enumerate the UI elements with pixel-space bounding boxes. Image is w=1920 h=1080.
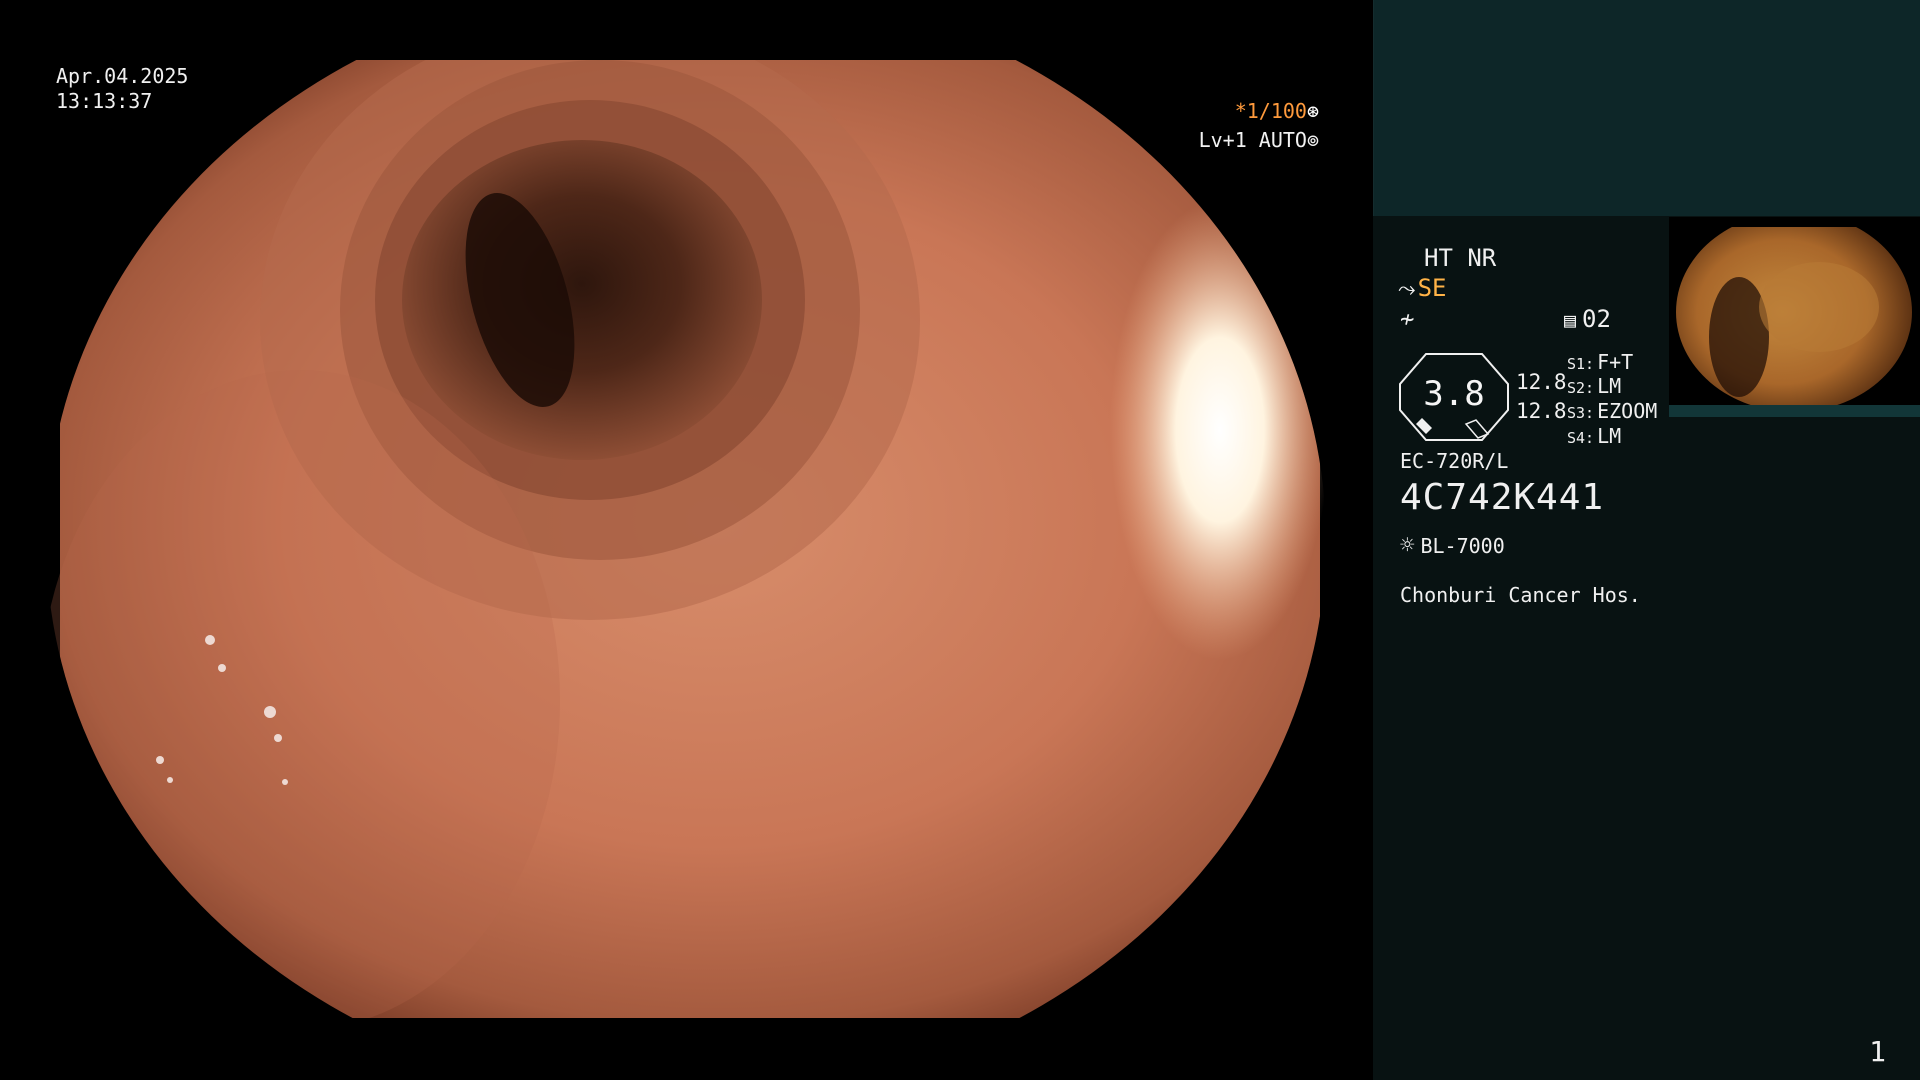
scope-model: EC-720R/L — [1400, 449, 1509, 473]
freeze-icon: ≁ — [1400, 305, 1415, 333]
patient-info-block — [1373, 0, 1920, 216]
info-panel: HT NR ⤳SE ≁ ▤ 02 3.8 12.8 12.8 S1: F+T S2:… — [1373, 0, 1920, 1080]
endoscopic-image — [0, 0, 1373, 1080]
shutter-speed: *1/100 — [1234, 99, 1307, 123]
light-source: BL-7000 — [1420, 534, 1505, 558]
switch-key: S1: — [1567, 355, 1595, 373]
time: 13:13:37 — [56, 89, 153, 113]
structure-enhance-row: ⤳SE — [1398, 274, 1447, 302]
switch-value: LM — [1597, 424, 1622, 448]
switch-key: S2: — [1567, 379, 1595, 397]
iris-mode: Lv+1 AUTO — [1198, 128, 1307, 152]
memory-icon: ▤ — [1564, 308, 1577, 332]
date: Apr.04.2025 — [56, 64, 189, 88]
date-time-stamp: Apr.04.2025 13:13:37 — [56, 64, 188, 114]
switch-3: S3: EZOOM — [1567, 399, 1657, 423]
memory-row: ▤ 02 — [1564, 305, 1611, 333]
shutter-icon: ⊛ — [1306, 99, 1319, 123]
endoscopy-screen: Apr.04.2025 13:13:37 *1/100⊛ Lv+1 AUTO⊚ … — [0, 0, 1920, 1080]
switch-4: S4: LM — [1567, 424, 1621, 448]
enhancement-mode: HT NR — [1424, 244, 1497, 272]
iris-readout: Lv+1 AUTO⊚ — [1199, 128, 1319, 153]
light-source-row: ☼ BL-7000 — [1400, 531, 1505, 559]
structure-mode: SE — [1417, 274, 1447, 302]
switch-1: S1: F+T — [1567, 350, 1633, 374]
gauge-value: 3.8 — [1423, 374, 1485, 414]
gauge-readout-1: 12.8 — [1516, 370, 1567, 394]
thumbnail-caption-bar — [1669, 405, 1920, 417]
capture-thumbnail[interactable] — [1669, 217, 1920, 416]
page-number: 1 — [1869, 1035, 1886, 1068]
iris-icon: ⊚ — [1306, 128, 1319, 152]
shutter-speed-readout: *1/100⊛ — [1235, 99, 1319, 124]
gauge-readout-2: 12.8 — [1516, 399, 1567, 423]
switch-key: S3: — [1567, 404, 1595, 422]
switch-value: LM — [1597, 374, 1622, 398]
memory-number: 02 — [1582, 305, 1611, 333]
hospital-name: Chonburi Cancer Hos. — [1400, 583, 1641, 607]
endoscope-view: Apr.04.2025 13:13:37 *1/100⊛ Lv+1 AUTO⊚ — [0, 0, 1373, 1080]
switch-value: EZOOM — [1597, 399, 1658, 423]
switch-key: S4: — [1567, 429, 1595, 447]
switch-value: F+T — [1597, 350, 1634, 374]
structure-enhance-icon: ⤳ — [1398, 277, 1416, 302]
light-source-icon: ☼ — [1400, 531, 1415, 559]
scope-serial: 4C742K441 — [1400, 477, 1605, 518]
switch-2: S2: LM — [1567, 374, 1621, 398]
